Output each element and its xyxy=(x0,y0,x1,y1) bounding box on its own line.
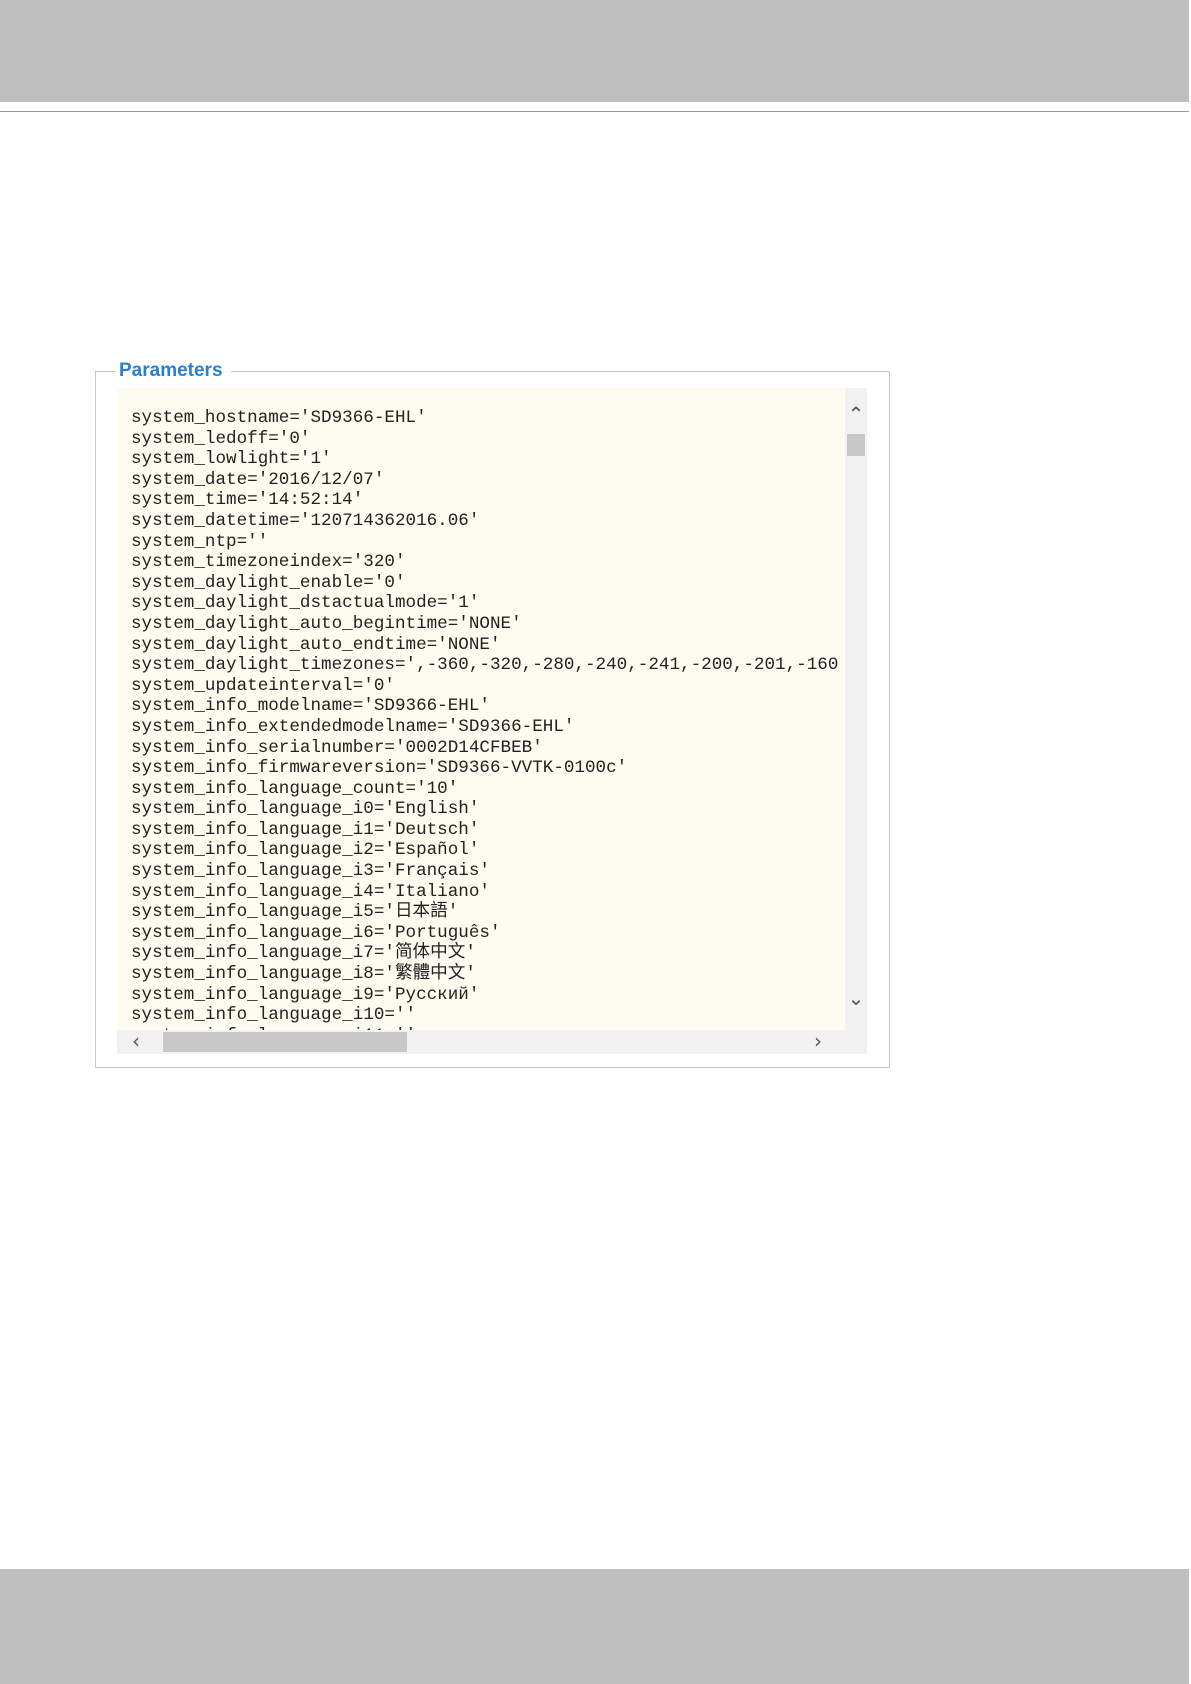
parameter-line: system_info_modelname='SD9366-EHL' xyxy=(131,696,490,717)
parameter-line: system_info_language_i2='Español' xyxy=(131,840,480,861)
parameter-line: system_datetime='120714362016.06' xyxy=(131,510,480,531)
parameter-line: system_info_language_i9='Русский' xyxy=(131,984,480,1005)
parameter-line: system_info_language_i5='日本語' xyxy=(131,902,459,923)
parameter-line: system_info_language_i3='Français' xyxy=(131,861,490,882)
parameter-line: system_daylight_auto_begintime='NONE' xyxy=(131,613,522,634)
parameter-line: system_info_language_count='10' xyxy=(131,778,459,799)
parameters-textarea[interactable]: system_hostname='SD9366-EHL' system_ledof… xyxy=(117,388,845,1030)
chevron-down-icon[interactable]: ⌄ xyxy=(845,988,867,1008)
parameter-line: system_daylight_auto_endtime='NONE' xyxy=(131,634,501,655)
page-footer-band xyxy=(0,1569,1189,1684)
page-header-band xyxy=(0,0,1189,102)
parameter-line: system_info_language_i7='简体中文' xyxy=(131,943,476,964)
parameter-line: system_time='14:52:14' xyxy=(131,490,364,511)
parameter-line: system_daylight_timezones=',-360,-320,-2… xyxy=(131,655,839,676)
parameter-line: system_ntp='' xyxy=(131,531,269,552)
horizontal-scrollbar[interactable]: ‹ › xyxy=(117,1030,867,1054)
vertical-scrollbar[interactable]: ⌃ ⌄ xyxy=(845,388,867,1030)
chevron-up-icon[interactable]: ⌃ xyxy=(845,404,867,424)
parameter-line: system_info_language_i8='繁體中文' xyxy=(131,964,476,985)
parameter-line: system_hostname='SD9366-EHL' xyxy=(131,408,427,428)
parameter-line: system_daylight_dstactualmode='1' xyxy=(131,593,480,614)
parameters-list: system_hostname='SD9366-EHL' system_ledof… xyxy=(131,408,838,1030)
parameter-line: system_info_extendedmodelname='SD9366-EH… xyxy=(131,716,575,737)
parameter-line: system_info_serialnumber='0002D14CFBEB' xyxy=(131,737,543,758)
parameter-line: system_date='2016/12/07' xyxy=(131,469,385,490)
chevron-right-icon[interactable]: › xyxy=(807,1031,829,1051)
parameter-line: system_updateinterval='0' xyxy=(131,675,395,696)
parameter-line: system_info_language_i6='Português' xyxy=(131,922,501,943)
parameter-line: system_info_firmwareversion='SD9366-VVTK… xyxy=(131,758,628,779)
parameter-line: system_info_language_i0='English' xyxy=(131,799,480,820)
parameter-line: system_daylight_enable='0' xyxy=(131,572,406,593)
parameter-line: system_info_language_i4='Italiano' xyxy=(131,881,490,902)
parameter-line: system_timezoneindex='320' xyxy=(131,552,406,573)
horizontal-scroll-thumb[interactable] xyxy=(163,1032,407,1052)
parameters-legend: Parameters xyxy=(115,360,231,382)
parameter-line: system_info_language_i10='' xyxy=(131,1005,417,1026)
chevron-left-icon[interactable]: ‹ xyxy=(125,1031,147,1051)
parameter-line: system_ledoff='0' xyxy=(131,428,311,449)
header-divider xyxy=(0,111,1189,112)
parameter-line: system_info_language_i1='Deutsch' xyxy=(131,819,480,840)
vertical-scroll-thumb[interactable] xyxy=(847,434,865,456)
parameter-line: system_lowlight='1' xyxy=(131,449,332,470)
